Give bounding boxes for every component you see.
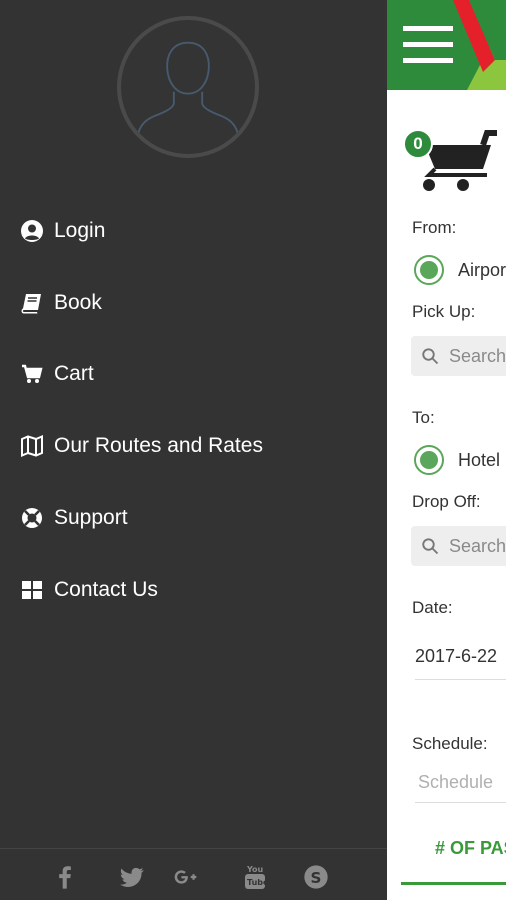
menu-item-label: Our Routes and Rates	[54, 434, 263, 458]
twitter-icon[interactable]	[117, 862, 147, 892]
schedule-field[interactable]: Schedule	[418, 772, 493, 793]
social-links-bar: You Tube S	[0, 848, 387, 900]
pickup-label: Pick Up:	[412, 302, 476, 321]
app-bar	[387, 0, 506, 90]
dropoff-label: Drop Off:	[412, 492, 481, 511]
pickup-search-input[interactable]: Search	[411, 336, 506, 376]
tab-passengers[interactable]: # OF PASSENGERS	[435, 838, 506, 859]
windows-icon	[20, 577, 46, 603]
cart-button[interactable]: 0	[403, 125, 499, 195]
cart-icon	[20, 361, 46, 387]
radio-selected[interactable]	[414, 445, 444, 475]
to-option-hotel[interactable]: Hotel	[414, 445, 500, 475]
menu-item-label: Cart	[54, 362, 94, 386]
dropoff-search-input[interactable]: Search	[411, 526, 506, 566]
menu-item-book[interactable]: Book	[0, 267, 387, 339]
date-field[interactable]: 2017-6-22	[415, 646, 497, 667]
menu-item-label: Support	[54, 506, 128, 530]
from-label: From:	[412, 218, 457, 237]
user-silhouette-icon	[137, 41, 239, 136]
tab-active-indicator	[401, 882, 506, 885]
from-option-label: Airport	[458, 259, 506, 280]
book-icon	[20, 290, 46, 316]
skype-icon[interactable]: S	[301, 862, 331, 892]
user-circle-icon	[20, 218, 46, 244]
dropoff-placeholder: Search	[449, 535, 506, 556]
menu-item-support[interactable]: Support	[0, 482, 387, 554]
menu-item-label: Login	[54, 218, 106, 242]
to-label: To:	[412, 408, 435, 427]
drawer-menu: Login Book Cart Our Routes and Rates Sup…	[0, 195, 387, 626]
search-icon	[422, 538, 439, 555]
date-field-underline	[415, 679, 506, 680]
google-plus-icon[interactable]	[172, 862, 202, 892]
cart-count-badge: 0	[403, 129, 433, 159]
radio-selected[interactable]	[414, 255, 444, 285]
life-ring-icon	[20, 505, 46, 531]
avatar[interactable]	[117, 16, 259, 158]
search-icon	[422, 348, 439, 365]
menu-item-label: Contact Us	[54, 577, 158, 601]
svg-text:You: You	[246, 865, 264, 874]
map-icon	[20, 433, 46, 459]
booking-panel: 0 From: Airport Pick Up: Search To: Hote…	[387, 0, 506, 900]
menu-item-contact-us[interactable]: Contact Us	[0, 554, 387, 626]
menu-item-label: Book	[54, 290, 102, 314]
facebook-icon[interactable]	[50, 862, 80, 892]
menu-item-login[interactable]: Login	[0, 195, 387, 267]
schedule-label: Schedule:	[412, 734, 488, 753]
menu-item-routes-and-rates[interactable]: Our Routes and Rates	[0, 410, 387, 482]
svg-text:Tube: Tube	[247, 878, 269, 887]
svg-text:S: S	[311, 869, 322, 887]
date-label: Date:	[412, 598, 453, 617]
youtube-icon[interactable]: You Tube	[240, 862, 270, 892]
pickup-placeholder: Search	[449, 345, 506, 366]
navigation-drawer: Login Book Cart Our Routes and Rates Sup…	[0, 0, 387, 900]
from-option-airport[interactable]: Airport	[414, 255, 506, 285]
schedule-field-underline	[415, 802, 506, 803]
to-option-label: Hotel	[458, 449, 501, 470]
menu-item-cart[interactable]: Cart	[0, 339, 387, 411]
menu-hamburger-icon[interactable]	[403, 26, 453, 64]
